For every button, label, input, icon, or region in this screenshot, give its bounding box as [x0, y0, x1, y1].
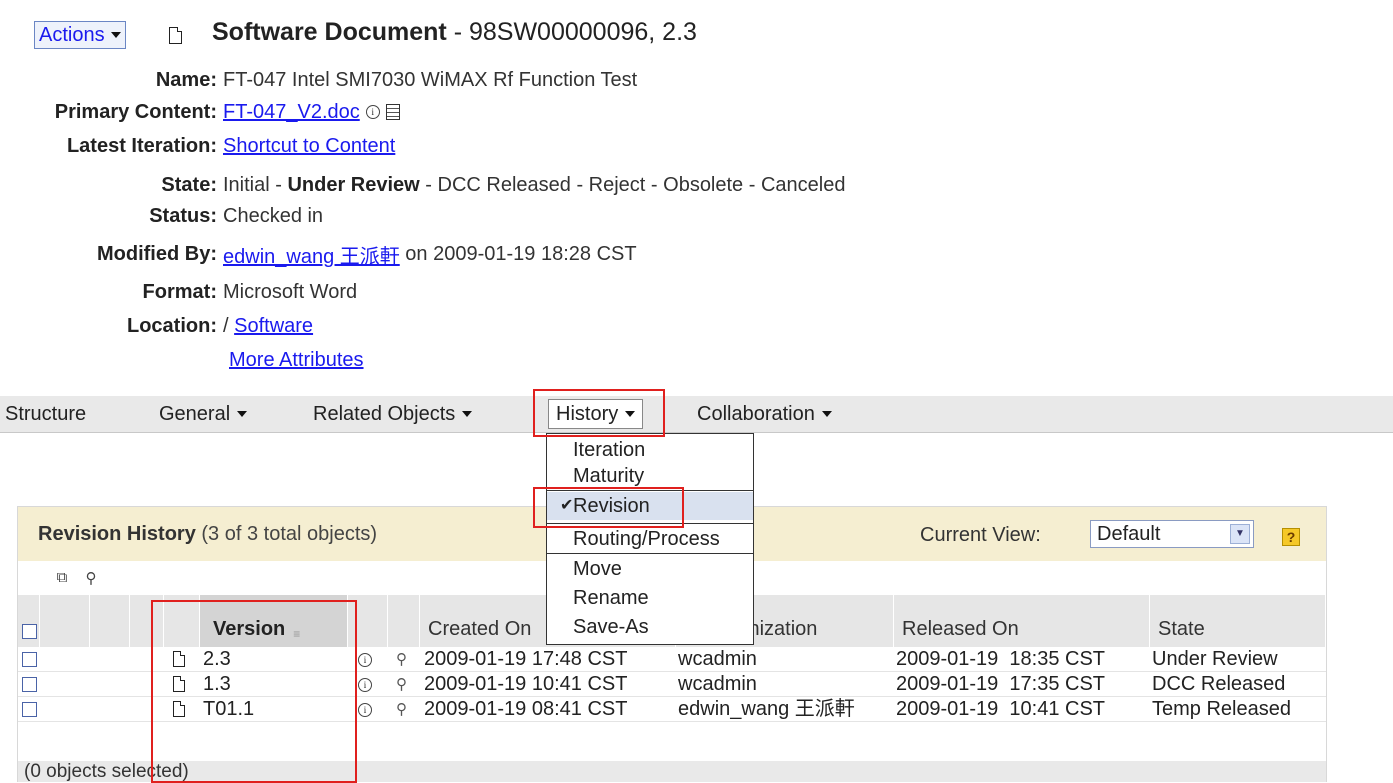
document-icon: [173, 651, 185, 667]
column-version[interactable]: Version ≡: [200, 595, 348, 647]
tree-structure-icon[interactable]: ⚲: [80, 569, 102, 589]
select-all-header: [18, 595, 40, 647]
state-current: Under Review: [287, 173, 420, 196]
copy-icon[interactable]: ⧉: [51, 569, 73, 589]
primary-content-link[interactable]: FT-047_V2.doc: [223, 101, 360, 124]
tab-history[interactable]: History: [548, 399, 644, 429]
modified-by-user-link[interactable]: edwin_wang 王派軒: [223, 240, 400, 269]
selection-status: (0 objects selected): [18, 761, 1326, 782]
tab-structure[interactable]: Structure: [5, 396, 86, 432]
menu-divider: [547, 523, 753, 524]
page-title: Software Document - 98SW00000096, 2.3: [212, 18, 697, 46]
created-cell: 2009-01-19 17:48 CST: [424, 648, 628, 670]
header-blank-6: [388, 595, 420, 647]
current-view-label: Current View:: [920, 524, 1041, 546]
menu-item-save-as[interactable]: Save-As: [547, 613, 753, 641]
attr-primary-content: Primary Content: FT-047_V2.doc i: [0, 97, 400, 127]
column-released-on[interactable]: Released On: [894, 595, 1150, 647]
table-row[interactable]: 2.3 i ⚲ 2009-01-19 17:48 CST wcadmin 200…: [18, 647, 1326, 672]
tree-structure-icon[interactable]: ⚲: [396, 672, 407, 697]
released-cell: 2009-01-19 17:35 CST: [896, 673, 1106, 695]
menu-divider: [547, 490, 753, 491]
object-nav-bar: Structure General Related Objects Histor…: [0, 396, 1393, 433]
chevron-down-icon: [110, 32, 121, 38]
info-icon[interactable]: i: [358, 697, 372, 722]
version-cell[interactable]: 1.3: [203, 672, 231, 697]
document-icon: [173, 676, 185, 692]
state-cell: Temp Released: [1152, 698, 1291, 720]
tab-general[interactable]: General: [159, 396, 248, 432]
header-blank-3: [130, 595, 164, 647]
version-cell[interactable]: 2.3: [203, 647, 231, 672]
checkmark-icon: ✔: [560, 497, 574, 514]
shortcut-to-content-link[interactable]: Shortcut to Content: [223, 135, 395, 158]
chevron-down-icon: [625, 411, 636, 417]
state-cell: Under Review: [1152, 648, 1278, 670]
more-attributes-row: More Attributes: [223, 345, 364, 375]
tab-related-objects[interactable]: Related Objects: [313, 396, 473, 432]
row-checkbox[interactable]: [22, 652, 37, 667]
header-blank-4: [164, 595, 200, 647]
created-cell: 2009-01-19 08:41 CST: [424, 698, 628, 720]
table-row[interactable]: T01.1 i ⚲ 2009-01-19 08:41 CST edwin_wan…: [18, 697, 1326, 722]
info-icon[interactable]: i: [358, 647, 372, 672]
actions-menu-button[interactable]: Actions: [34, 21, 126, 49]
org-cell: wcadmin: [678, 673, 757, 695]
attr-format: Format: Microsoft Word: [142, 280, 358, 303]
select-all-checkbox[interactable]: [22, 624, 37, 639]
menu-item-rename[interactable]: Rename: [547, 584, 753, 612]
released-cell: 2009-01-19 10:41 CST: [896, 698, 1106, 720]
column-state[interactable]: State: [1150, 595, 1326, 647]
help-button[interactable]: ?: [1282, 528, 1300, 546]
history-dropdown-menu: Iteration Maturity ✔ Revision Routing/Pr…: [546, 433, 754, 645]
released-cell: 2009-01-19 18:35 CST: [896, 648, 1106, 670]
tree-structure-icon[interactable]: ⚲: [396, 647, 407, 672]
attr-latest-iteration: Latest Iteration: Shortcut to Content: [66, 134, 396, 158]
created-cell: 2009-01-19 10:41 CST: [424, 673, 628, 695]
name-value: FT-047 Intel SMI7030 WiMAX Rf Function T…: [223, 68, 638, 91]
attr-name: Name: FT-047 Intel SMI7030 WiMAX Rf Func…: [155, 68, 638, 91]
tree-structure-icon[interactable]: ⚲: [396, 697, 407, 722]
menu-item-move[interactable]: Move: [547, 555, 753, 583]
actions-label: Actions: [39, 23, 105, 46]
version-cell[interactable]: T01.1: [203, 697, 254, 722]
document-icon: [173, 701, 185, 717]
attr-location: Location: / Software: [127, 314, 314, 338]
attr-modified-by: Modified By: edwin_wang 王派軒 on 2009-01-1…: [0, 239, 637, 269]
row-checkbox[interactable]: [22, 702, 37, 717]
table-row[interactable]: 1.3 i ⚲ 2009-01-19 10:41 CST wcadmin 200…: [18, 672, 1326, 697]
tab-collaboration[interactable]: Collaboration: [697, 396, 832, 432]
menu-divider: [547, 553, 753, 554]
chevron-down-icon: [821, 411, 832, 417]
panel-title: Revision History (3 of 3 total objects): [38, 523, 378, 545]
org-cell: edwin_wang 王派軒: [678, 698, 855, 720]
info-icon[interactable]: i: [358, 672, 372, 697]
menu-item-iteration[interactable]: Iteration: [547, 436, 753, 464]
attr-status: Status: Checked in: [149, 204, 324, 227]
menu-item-routing-process[interactable]: Routing/Process: [547, 525, 753, 553]
state-cell: DCC Released: [1152, 673, 1286, 695]
row-checkbox[interactable]: [22, 677, 37, 692]
download-icon[interactable]: [385, 104, 400, 120]
info-icon[interactable]: i: [365, 105, 380, 119]
chevron-down-icon[interactable]: ▼: [1230, 524, 1250, 544]
menu-item-revision[interactable]: ✔ Revision: [547, 492, 753, 520]
more-attributes-link[interactable]: More Attributes: [223, 349, 364, 372]
header-blank-1: [40, 595, 90, 647]
header-blank-5: [348, 595, 388, 647]
document-icon: [169, 27, 182, 44]
chevron-down-icon: [462, 411, 473, 417]
location-software-link[interactable]: Software: [234, 315, 313, 338]
chevron-down-icon: [237, 411, 248, 417]
header-blank-2: [90, 595, 130, 647]
sort-icon[interactable]: ≡: [293, 627, 300, 641]
org-cell: wcadmin: [678, 648, 757, 670]
current-view-select[interactable]: Default ▼: [1090, 520, 1254, 548]
attr-state: State: Initial - Under Review - DCC Rele…: [161, 173, 846, 196]
menu-item-maturity[interactable]: Maturity: [547, 462, 753, 490]
